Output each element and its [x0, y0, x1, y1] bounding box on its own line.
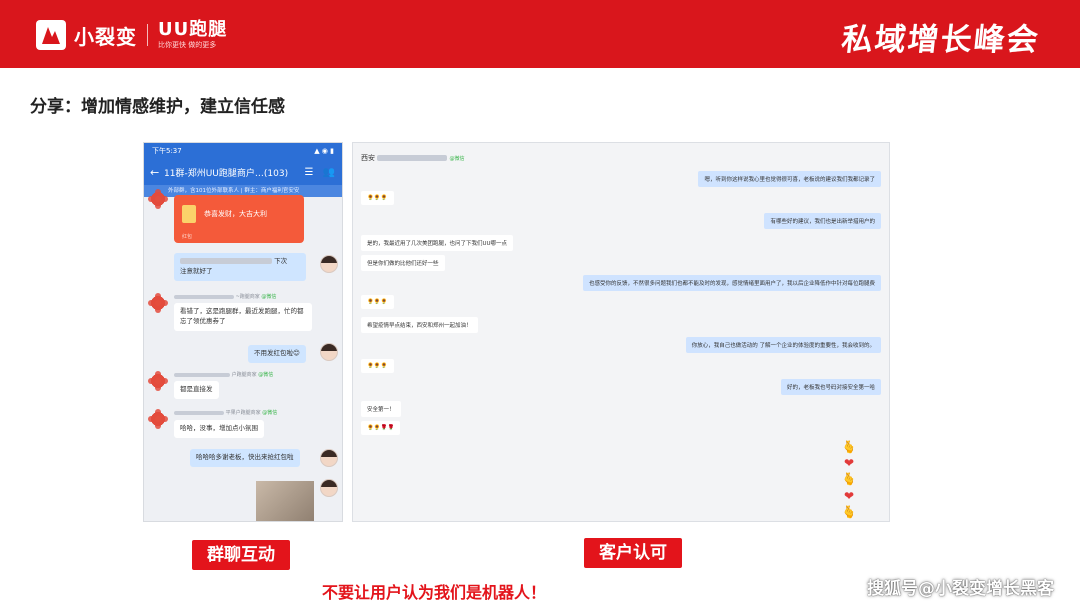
- chat-message: 都是直接发: [174, 381, 219, 399]
- chat-message: 🌻🌻🌻: [361, 359, 394, 373]
- emoji-column: 🫰 ❤ 🫰 ❤ 🫰: [841, 439, 857, 520]
- chat-message: 嗯，听到你这样说我心里也觉得很可喜，老板说的建议我们我都记录了: [698, 171, 881, 187]
- self-avatar: [320, 479, 338, 497]
- brand-title: 私域增长峰会: [839, 22, 1042, 58]
- logo-text: 小裂变: [74, 24, 137, 49]
- blurred-text: [180, 258, 272, 264]
- chat-message: 🌻🌻🌻: [361, 295, 394, 309]
- chat-message: 但是你们做的比他们还好一些: [361, 255, 445, 271]
- chat-nav-bar: ← 11群-郑州UU跑腿商户…(103) ☰ 👥: [144, 159, 342, 185]
- member-avatar-icon: [148, 409, 168, 429]
- sender-name: ~跑腿商家 @微信: [174, 293, 276, 300]
- logo-divider: [147, 24, 148, 46]
- status-icons: ▲ ◉ ▮: [314, 147, 334, 155]
- chat-message: 也感受你的反馈，不然很多问题我们也都不能及时的发现，感觉情绪里面用户了，我以后企…: [582, 275, 881, 291]
- chat-message: 是的，我最近用了几次美团跑腿，也问了下我们UU哪一点: [361, 235, 514, 251]
- chat-message: 🌻🌻🌹🌹: [361, 421, 401, 435]
- status-time: 下午5:37: [152, 147, 182, 155]
- chat-message: 下次 注意就好了: [174, 253, 306, 281]
- header-bar: 小裂变 UU跑腿 比你更快 做的更多 私域增长峰会: [0, 0, 1080, 68]
- chat-message: 哈哈哈多谢老板，快出来抢红包啦: [190, 449, 300, 467]
- finger-heart-icon: 🫰: [841, 504, 857, 519]
- chat-message: 不用发红包啦😊: [248, 345, 306, 363]
- red-packet-footer: 红包: [182, 234, 193, 240]
- menu-lines-icon[interactable]: ☰: [302, 167, 316, 178]
- uu-logo: UU跑腿 比你更快 做的更多: [158, 21, 227, 49]
- slide-title: 分享：增加情感维护，建立信任感: [30, 97, 285, 117]
- finger-heart-icon: 🫰: [841, 472, 857, 487]
- chat-message: 哈哈，没事，增加点小氛围: [174, 420, 264, 438]
- self-avatar: [320, 343, 338, 361]
- heart-icon: ❤: [843, 456, 855, 471]
- group-chat-screenshot: 下午5:37 ▲ ◉ ▮ ← 11群-郑州UU跑腿商户…(103) ☰ 👥 外部…: [143, 142, 343, 522]
- red-packet-icon: [182, 205, 196, 223]
- back-arrow-icon[interactable]: ←: [150, 166, 164, 179]
- self-avatar: [320, 255, 338, 273]
- chat-contact-header: 西安 @微信: [361, 154, 465, 162]
- photo-message[interactable]: [256, 481, 314, 521]
- member-avatar-icon: [148, 371, 168, 391]
- label-group-interaction: 群聊互动: [192, 540, 290, 570]
- chat-message: 你放心，我自己也做活动的 了解一个企业的体验度的重要性，我会收到的。: [685, 337, 881, 353]
- finger-heart-icon: 🫰: [841, 440, 857, 454]
- chat-message: 🌻🌻🌻: [361, 191, 394, 205]
- heart-icon: ❤: [843, 488, 855, 503]
- chat-group-title: 11群-郑州UU跑腿商户…(103): [164, 168, 289, 179]
- chat-message: 有哪些好的建议，我们也是出新举措用户的: [764, 213, 881, 229]
- members-icon[interactable]: 👥: [322, 167, 336, 178]
- chat-message: 安全第一！: [361, 401, 401, 417]
- self-avatar: [320, 449, 338, 467]
- red-packet-text: 恭喜发财，大吉大利: [204, 210, 267, 218]
- member-avatar-icon: [148, 293, 168, 313]
- logo-group: 小裂变 UU跑腿 比你更快 做的更多: [36, 18, 227, 52]
- warning-text: 不要让用户认为我们是机器人！: [322, 583, 547, 602]
- customer-chat-screenshot: 西安 @微信 嗯，听到你这样说我心里也觉得很可喜，老板说的建议我们我都记录了 🌻…: [352, 142, 890, 522]
- chat-message: 看错了，这是跑腿群，最近发跑腿，忙的都忘了领优惠券了: [174, 303, 312, 331]
- chat-message: 好的，老板我也号码对接安全第一哈: [780, 379, 881, 395]
- chat-message: 希望疫情早点结束，西安和郑州一起加油！: [361, 317, 478, 333]
- sender-name: 平果户跑腿商家 @微信: [174, 409, 277, 416]
- logo-icon: [36, 20, 66, 50]
- phone-status-bar: 下午5:37 ▲ ◉ ▮: [144, 143, 342, 159]
- watermark: 搜狐号@小裂变增长黑客: [867, 579, 1054, 599]
- member-avatar-icon: [148, 189, 168, 209]
- label-customer-approval: 客户认可: [584, 538, 682, 568]
- red-packet[interactable]: 恭喜发财，大吉大利 红包: [174, 195, 304, 243]
- uu-title: UU跑腿: [158, 19, 228, 40]
- sender-name: 户跑腿商家 @微信: [174, 371, 273, 378]
- uu-subtitle: 比你更快 做的更多: [158, 41, 217, 49]
